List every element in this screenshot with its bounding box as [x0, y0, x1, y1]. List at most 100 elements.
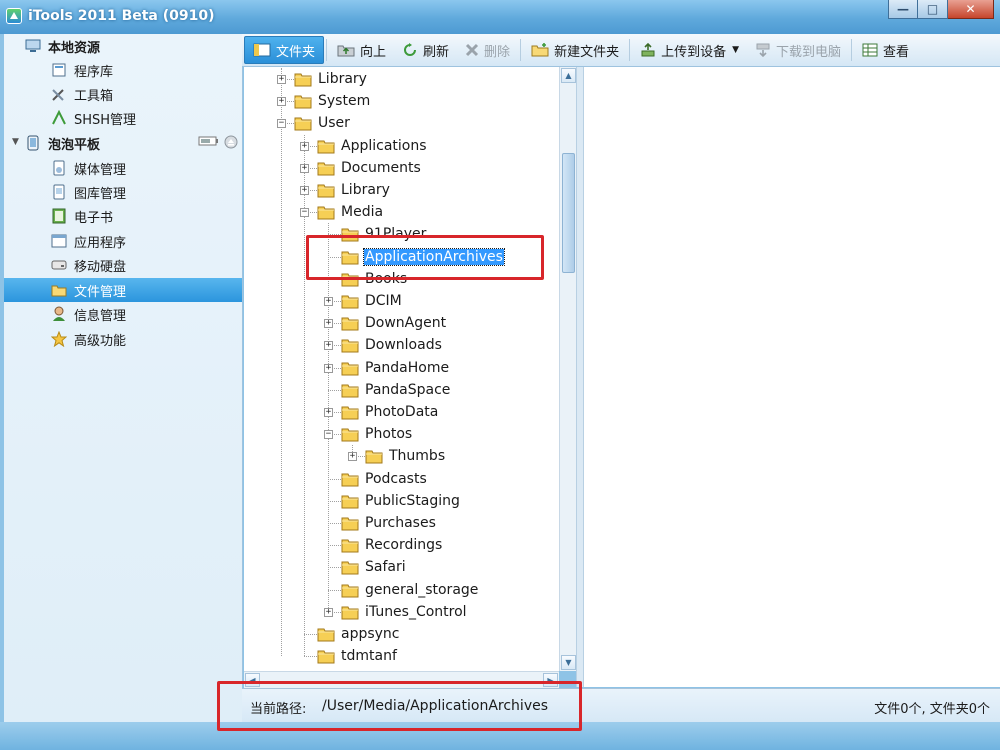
sidebar-item-file-manager[interactable]: 文件管理	[4, 278, 242, 302]
folder-view-button[interactable]: 文件夹	[244, 36, 325, 64]
tree-node[interactable]: Downloads	[341, 334, 443, 356]
tree-node-label: PandaSpace	[365, 381, 451, 398]
title-bar[interactable]: iTools 2011 Beta (0910) — □ ✕	[0, 0, 1000, 34]
expand-icon[interactable]: +	[324, 341, 333, 351]
tree-node[interactable]: Podcasts	[341, 468, 428, 490]
expand-icon[interactable]: +	[300, 141, 309, 151]
tree-node[interactable]: DCIM	[341, 290, 403, 312]
sidebar-item-contacts[interactable]: 信息管理	[4, 302, 242, 326]
tree-node[interactable]: User	[294, 112, 351, 134]
tree-node[interactable]: Documents	[317, 157, 422, 179]
tree-node-label: Applications	[341, 137, 427, 154]
tree-node-label: PandaHome	[365, 359, 450, 376]
sidebar-item-disk[interactable]: 移动硬盘	[4, 253, 242, 277]
tree-node-label: Podcasts	[365, 470, 427, 487]
tree-node-label: Photos	[365, 426, 413, 443]
tree-node[interactable]: tdmtanf	[317, 645, 398, 667]
expand-icon[interactable]: +	[324, 297, 333, 306]
folder-icon	[317, 184, 335, 198]
tree-node[interactable]: Purchases	[341, 512, 437, 534]
scroll-thumb[interactable]	[562, 153, 575, 273]
folder-tree[interactable]: + Library + System − User + Applications + Docume…	[244, 67, 560, 671]
tree-node[interactable]: Recordings	[341, 534, 443, 556]
collapse-icon[interactable]: −	[324, 430, 333, 440]
gallery-icon	[50, 184, 68, 200]
collapse-icon[interactable]: −	[277, 119, 286, 129]
sidebar-item-advanced[interactable]: 高级功能	[4, 327, 242, 351]
expand-icon[interactable]: +	[300, 163, 309, 173]
sidebar-group-device[interactable]: ▼ 泡泡平板	[4, 131, 242, 155]
sidebar-item-library[interactable]: 程序库	[4, 58, 242, 82]
sidebar-item-ebook[interactable]: 电子书	[4, 204, 242, 228]
new-folder-button[interactable]: 新建文件夹	[523, 36, 627, 64]
tree-vertical-scrollbar[interactable]: ▲ ▼	[559, 67, 577, 671]
tree-node[interactable]: general_storage	[341, 579, 479, 601]
tree-node[interactable]: Applications	[317, 135, 428, 157]
upload-to-device-button[interactable]: 上传到设备 ▼	[632, 36, 747, 64]
tree-node[interactable]: System	[294, 90, 371, 112]
tree-node[interactable]: PhotoData	[341, 401, 439, 423]
sidebar-item-media[interactable]: 媒体管理	[4, 156, 242, 180]
tree-node[interactable]: iTunes_Control	[341, 601, 468, 623]
tree-node-label: appsync	[341, 626, 400, 642]
tree-node[interactable]: PandaHome	[341, 357, 450, 379]
highlight-selected-folder	[306, 235, 544, 280]
folder-icon	[365, 450, 383, 464]
sidebar-group-local[interactable]: 本地资源	[4, 34, 242, 58]
maximize-icon[interactable]: □	[918, 0, 948, 19]
tree-node[interactable]: appsync	[317, 623, 401, 645]
expand-icon[interactable]: +	[324, 363, 333, 373]
folder-icon	[341, 517, 359, 531]
tree-node[interactable]: Library	[317, 179, 391, 201]
sidebar-item-shsh[interactable]: SHSH管理	[4, 106, 242, 130]
eject-icon[interactable]	[224, 135, 238, 149]
toolbar-separator	[851, 39, 853, 61]
device-status-icons	[198, 135, 238, 149]
expand-icon[interactable]: +	[324, 408, 333, 417]
tree-node[interactable]: Thumbs	[365, 445, 446, 467]
sidebar-item-apps[interactable]: 应用程序	[4, 229, 242, 253]
toolbar-separator	[520, 39, 522, 61]
file-list-pane[interactable]	[584, 67, 1000, 687]
minimize-icon[interactable]: —	[888, 0, 918, 19]
tree-node[interactable]: Library	[294, 68, 368, 90]
tree-node-label: PublicStaging	[365, 492, 460, 509]
tree-node[interactable]: Photos	[341, 423, 413, 445]
pane-splitter[interactable]	[576, 67, 584, 687]
dropdown-arrow-icon[interactable]: ▼	[732, 45, 739, 55]
scroll-down-icon[interactable]: ▼	[561, 655, 576, 670]
collapse-icon[interactable]: −	[300, 208, 309, 218]
folder-view-label: 文件夹	[276, 44, 316, 60]
close-icon[interactable]: ✕	[948, 0, 994, 19]
upload-icon	[640, 42, 656, 58]
download-to-pc-button[interactable]: 下载到电脑	[747, 36, 849, 64]
expand-icon[interactable]: +	[324, 319, 333, 329]
up-button[interactable]: 向上	[329, 36, 394, 64]
view-label: 查看	[883, 44, 910, 60]
tree-node[interactable]: Safari	[341, 556, 407, 578]
tree-node[interactable]: Media	[317, 201, 384, 223]
sidebar-item-tools[interactable]: 工具箱	[4, 82, 242, 106]
expand-icon[interactable]: +	[348, 452, 357, 462]
scroll-up-icon[interactable]: ▲	[561, 68, 576, 83]
download-icon	[755, 42, 771, 58]
expand-icon[interactable]: +	[324, 607, 333, 617]
tree-node[interactable]: PublicStaging	[341, 490, 461, 512]
expand-icon[interactable]: +	[277, 75, 286, 84]
expand-icon[interactable]: +	[300, 186, 309, 195]
toolbar: 文件夹 向上 刷新 删除 新建文件夹 上传到设备 ▼ 下载到电脑 查看	[242, 34, 1000, 67]
tree-connector	[304, 634, 317, 635]
sidebar-item-label: 移动硬盘	[74, 259, 127, 275]
folder-icon	[294, 95, 312, 109]
expand-icon[interactable]: +	[277, 97, 286, 107]
tree-guide-line	[328, 223, 329, 612]
delete-button[interactable]: 删除	[457, 36, 518, 64]
tree-node[interactable]: PandaSpace	[341, 379, 451, 401]
tree-connector	[328, 478, 341, 480]
refresh-button[interactable]: 刷新	[394, 36, 457, 64]
folder-icon	[317, 140, 335, 154]
view-button[interactable]: 查看	[854, 36, 917, 64]
collapse-arrow-icon[interactable]: ▼	[12, 137, 19, 147]
sidebar-item-gallery[interactable]: 图库管理	[4, 180, 242, 204]
tree-node[interactable]: DownAgent	[341, 312, 447, 334]
